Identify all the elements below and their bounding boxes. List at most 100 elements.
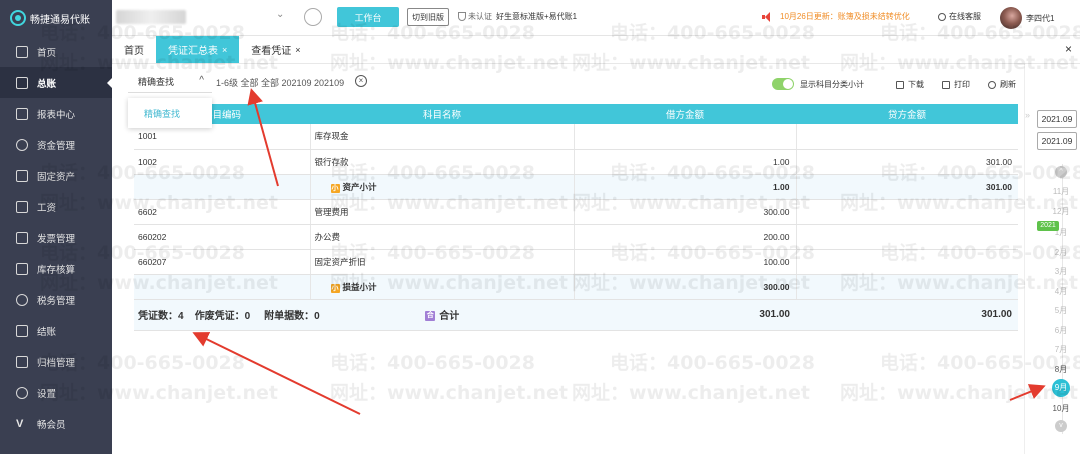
month-item[interactable]: 6月 bbox=[1047, 325, 1075, 336]
tab-voucher-summary[interactable]: 凭证汇总表 × bbox=[156, 36, 240, 63]
table-row[interactable]: 1001 库存现金 bbox=[134, 124, 1018, 150]
sidebar-item-closing[interactable]: 结账 bbox=[0, 315, 112, 346]
sidebar-item-reports[interactable]: 报表中心 bbox=[0, 98, 112, 129]
cell-code: 1002 bbox=[134, 149, 311, 175]
print-label: 打印 bbox=[954, 80, 970, 89]
scroll-up-icon[interactable]: ^ bbox=[1055, 166, 1067, 178]
print-button[interactable]: 打印 bbox=[942, 79, 970, 90]
month-item[interactable]: 8月 bbox=[1047, 364, 1075, 375]
scroll-down-icon[interactable]: v bbox=[1055, 420, 1067, 432]
online-support-label: 在线客服 bbox=[949, 12, 981, 21]
table-row[interactable]: 6602 管理费用 300.00 bbox=[134, 199, 1018, 225]
col-header-debit[interactable]: 借方金额 bbox=[574, 104, 796, 124]
archive-icon bbox=[16, 355, 28, 368]
box-icon bbox=[16, 262, 28, 275]
sidebar-item-general-ledger[interactable]: 总账 bbox=[0, 67, 112, 98]
shield-icon bbox=[458, 12, 466, 21]
refresh-button[interactable]: 刷新 bbox=[988, 79, 1016, 90]
online-support[interactable]: 在线客服 bbox=[938, 11, 981, 22]
auth-status[interactable]: 未认证 好生意标准版+易代账1 bbox=[458, 11, 577, 22]
month-item[interactable]: 3月 bbox=[1047, 266, 1075, 277]
month-item[interactable]: 2月 bbox=[1047, 247, 1075, 258]
tab-label: 查看凭证 bbox=[251, 46, 292, 57]
cell-debit: 100.00 bbox=[574, 249, 797, 275]
month-item[interactable]: 12月 bbox=[1047, 206, 1075, 217]
subtotal-toggle-group[interactable]: 显示科目分类小计 bbox=[772, 78, 864, 90]
close-icon[interactable]: × bbox=[222, 45, 227, 55]
sidebar-item-tax[interactable]: 税务管理 bbox=[0, 284, 112, 315]
precise-search-dropdown-item[interactable]: 精确查找 bbox=[128, 98, 212, 128]
total-row: 凭证数：4 作废凭证：0 附单据数：0 合合计 301.00 301.00 bbox=[134, 299, 1018, 331]
cell-credit bbox=[796, 249, 1018, 275]
close-all-tabs-icon[interactable]: × bbox=[1065, 42, 1072, 56]
cell-credit: 301.00 bbox=[796, 149, 1018, 175]
tab-home[interactable]: 首页 bbox=[112, 36, 156, 63]
avatar[interactable] bbox=[1000, 7, 1022, 29]
sidebar-item-label: 报表中心 bbox=[37, 109, 76, 121]
total-summary: 凭证数：4 作废凭证：0 附单据数：0 合合计 bbox=[134, 299, 574, 331]
main-content: 精确查找 ^ 1-6级 全部 全部 202109 202109 × 显示科目分类… bbox=[112, 64, 1024, 454]
sidebar-item-funds[interactable]: 资金管理 bbox=[0, 129, 112, 160]
sidebar-item-inventory[interactable]: 库存核算 bbox=[0, 253, 112, 284]
switch-old-version-button[interactable]: 切到旧版 bbox=[407, 8, 449, 26]
update-notice[interactable]: 10月26日更新：账簿及损未结转优化 bbox=[762, 11, 910, 22]
col-header-name[interactable]: 科目名称 bbox=[310, 104, 574, 124]
sidebar-item-label: 资金管理 bbox=[37, 140, 76, 152]
cell-name: 库存现金 bbox=[310, 124, 575, 150]
sidebar-item-label: 工资 bbox=[37, 202, 57, 214]
table-row[interactable]: 1002 银行存款 1.00 301.00 bbox=[134, 149, 1018, 175]
month-item[interactable]: 10月 bbox=[1047, 403, 1075, 414]
table-row[interactable]: 660202 办公费 200.00 bbox=[134, 224, 1018, 250]
sidebar-item-invoices[interactable]: 发票管理 bbox=[0, 222, 112, 253]
logo[interactable]: 畅捷通易代账 bbox=[0, 0, 112, 36]
subtotal-icon: 小 bbox=[330, 183, 340, 193]
building-icon bbox=[16, 169, 28, 182]
period-start[interactable]: 2021.09 bbox=[1037, 110, 1077, 128]
sidebar-item-fixed-assets[interactable]: 固定资产 bbox=[0, 160, 112, 191]
cell-debit: 1.00 bbox=[574, 149, 797, 175]
coin-icon bbox=[16, 138, 28, 151]
refresh-label: 刷新 bbox=[1000, 80, 1016, 89]
download-button[interactable]: 下载 bbox=[896, 79, 924, 90]
tax-icon bbox=[16, 293, 28, 306]
sidebar-item-settings[interactable]: 设置 bbox=[0, 377, 112, 408]
subtotal-label: 小损益小计 bbox=[310, 274, 575, 300]
plan-text: 好生意标准版+易代账1 bbox=[496, 12, 578, 21]
sidebar-item-payroll[interactable]: 工资 bbox=[0, 191, 112, 222]
month-item[interactable]: 11月 bbox=[1047, 186, 1075, 197]
sidebar-item-label: 结账 bbox=[37, 326, 57, 338]
month-item[interactable]: 4月 bbox=[1047, 286, 1075, 297]
collapse-panel-icon[interactable]: » bbox=[1025, 110, 1030, 120]
month-item[interactable]: 7月 bbox=[1047, 344, 1075, 355]
user-name[interactable]: 李四代1 bbox=[1026, 13, 1054, 24]
subtotal-row: 小损益小计 300.00 bbox=[134, 274, 1018, 300]
month-item-selected[interactable]: 9月 bbox=[1052, 379, 1070, 397]
sidebar-item-label: 设置 bbox=[37, 388, 57, 400]
col-header-credit[interactable]: 贷方金额 bbox=[796, 104, 1018, 124]
sidebar-item-home[interactable]: 首页 bbox=[0, 36, 112, 67]
month-item[interactable]: 5月 bbox=[1047, 305, 1075, 316]
print-icon bbox=[942, 80, 950, 89]
sidebar-item-membership[interactable]: V 畅会员 bbox=[0, 408, 112, 439]
sidebar-item-archive[interactable]: 归档管理 bbox=[0, 346, 112, 377]
subtotal-toggle-label: 显示科目分类小计 bbox=[800, 79, 864, 89]
cell-debit: 1.00 bbox=[574, 174, 797, 200]
close-icon[interactable]: × bbox=[295, 45, 300, 55]
clear-filter-icon[interactable]: × bbox=[355, 75, 367, 87]
sidebar: 首页 总账 报表中心 资金管理 固定资产 工资 发票管理 库存核算 税务管理 结… bbox=[0, 36, 112, 454]
precise-search-toggle[interactable]: 精确查找 ^ bbox=[128, 71, 212, 93]
period-end[interactable]: 2021.09 bbox=[1037, 132, 1077, 150]
tab-label: 首页 bbox=[124, 46, 144, 57]
ledger-icon bbox=[16, 76, 28, 89]
chevron-down-icon[interactable]: ⌄ bbox=[276, 9, 284, 20]
cell-code: 660207 bbox=[134, 249, 311, 275]
workbench-button[interactable]: 工作台 bbox=[337, 7, 399, 27]
account-select[interactable]: ⌄ bbox=[116, 6, 296, 28]
status-circle-icon[interactable] bbox=[304, 8, 322, 26]
subtotal-toggle[interactable] bbox=[772, 78, 794, 90]
sidebar-item-label: 固定资产 bbox=[37, 171, 76, 183]
voucher-summary-table: 科目编码 科目名称 借方金额 贷方金额 1001 库存现金 1002 银行存款 … bbox=[134, 104, 1018, 331]
voucher-count: 凭证数：4 bbox=[138, 311, 184, 322]
table-row[interactable]: 660207 固定资产折旧 100.00 bbox=[134, 249, 1018, 275]
tab-view-voucher[interactable]: 查看凭证 × bbox=[239, 36, 312, 63]
